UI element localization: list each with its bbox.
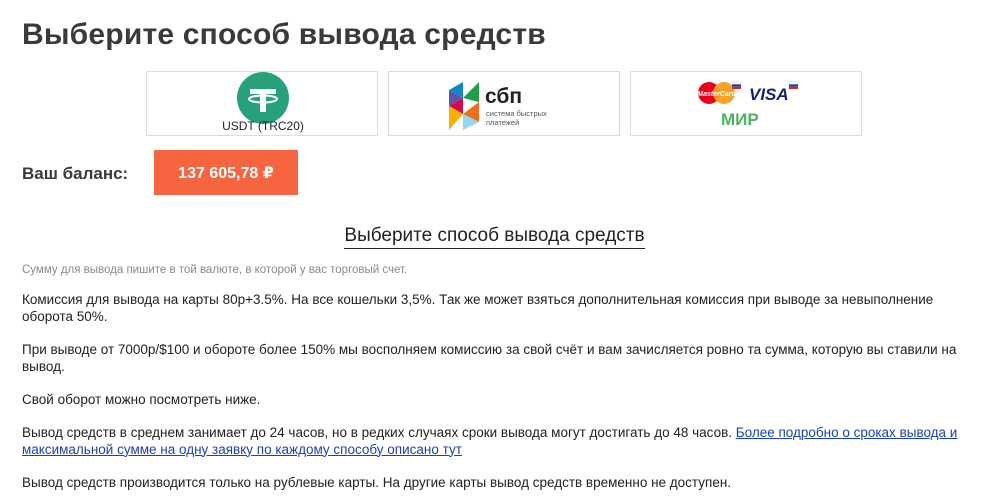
rub-cards-info: Вывод средств производится только на руб… — [22, 475, 732, 490]
withdraw-methods: USDT (TRC20) сбп система быстрых платеже… — [146, 71, 862, 136]
section-title-text: Выберите способ вывода средств — [344, 225, 645, 249]
balance-label: Ваш баланс: — [22, 164, 129, 183]
method-bank-cards[interactable]: MasterCard VISA МИР — [630, 71, 862, 136]
bank-cards-logos: MasterCard VISA МИР — [697, 81, 799, 129]
commission-refund-info: При выводе от 7000р/$100 и обороте более… — [22, 342, 957, 374]
balance-value: 137 605,78 ₽ — [154, 150, 298, 195]
timing-info: Вывод средств в среднем занимает до 24 ч… — [22, 425, 972, 458]
visa-logo: VISA — [749, 85, 789, 104]
section-title: Выберите способ вывода средств — [0, 225, 989, 249]
sbp-title: сбп — [485, 85, 522, 108]
currency-hint: Сумму для вывода пишите в той валюте, в … — [22, 264, 408, 276]
tether-icon: USDT (TRC20) — [222, 72, 304, 133]
sbp-logo: сбп система быстрых платежей — [449, 82, 547, 130]
method-sbp-card[interactable]: сбп система быстрых платежей — [388, 71, 620, 136]
mir-logo: МИР — [721, 110, 759, 129]
turnover-info: Свой оборот можно посмотреть ниже. — [22, 392, 261, 407]
commission-info: Комиссия для вывода на карты 80р+3.5%. Н… — [22, 292, 934, 324]
sbp-subtitle-1: система быстрых — [486, 109, 547, 118]
method-usdt-card[interactable]: USDT (TRC20) — [146, 71, 378, 136]
sbp-subtitle-2: платежей — [486, 118, 519, 127]
timing-text: Вывод средств в среднем занимает до 24 ч… — [22, 425, 736, 440]
page-title: Выберите способ вывода средств — [22, 18, 546, 51]
mastercard-logo: MasterCard — [697, 82, 736, 104]
mastercard-text: MasterCard — [697, 91, 736, 98]
method-usdt-label: USDT (TRC20) — [222, 119, 304, 133]
